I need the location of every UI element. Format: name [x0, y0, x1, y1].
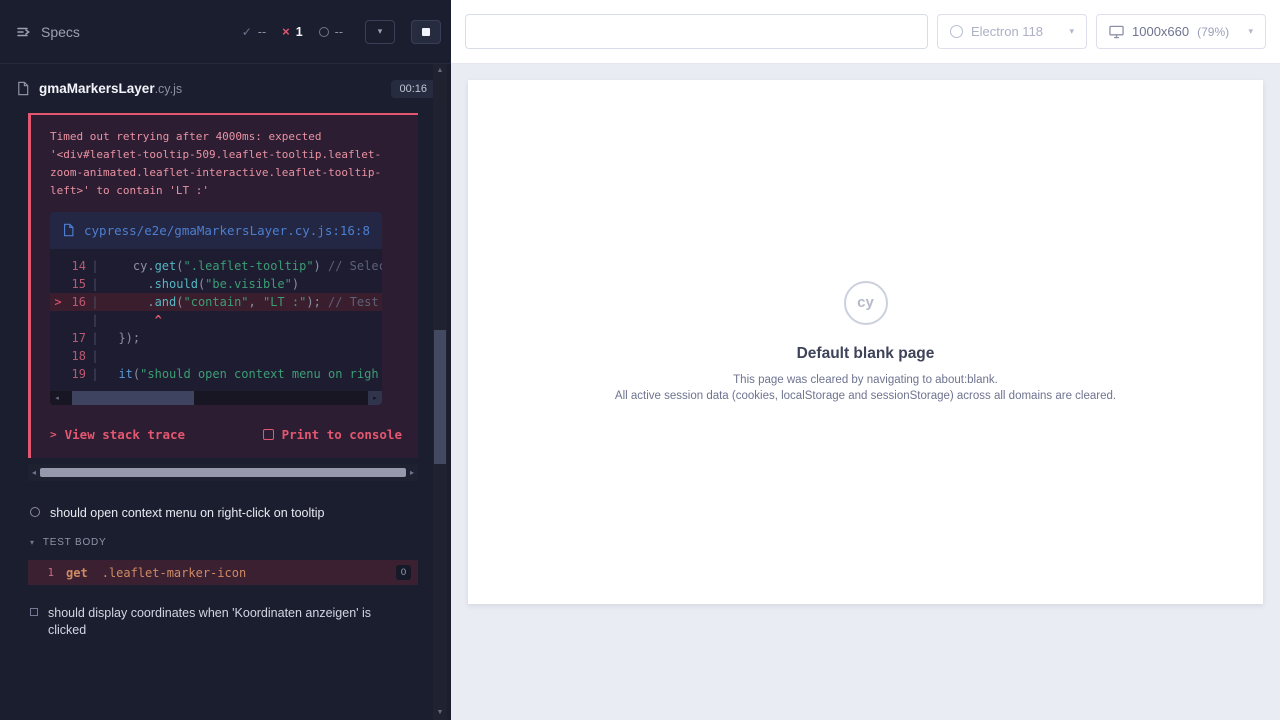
chevron-down-icon: ▾ — [1248, 26, 1253, 37]
file-link-text: cypress/e2e/gmaMarkersLayer.cy.js:16:8 — [84, 221, 370, 240]
spec-extension: .cy.js — [155, 82, 183, 96]
stat-passed: ✓ -- — [242, 25, 266, 39]
code-line: 15| .should("be.visible") — [50, 275, 382, 293]
scroll-right-arrow-icon[interactable]: ▸ — [368, 391, 382, 405]
code-scrollbar-thumb[interactable] — [72, 391, 194, 405]
viewport-info-button[interactable]: 1000x660 (79%) ▾ — [1096, 14, 1266, 49]
aut-stage: cy Default blank page This page was clea… — [451, 64, 1280, 720]
test-body-label: TEST BODY — [43, 537, 107, 548]
stat-failed: × 1 — [282, 24, 303, 39]
cypress-logo: cy — [844, 281, 888, 325]
code-line: >16| .and("contain", "LT :"); // Test — [50, 293, 382, 311]
spec-duration-badge: 00:16 — [391, 80, 435, 98]
command-number: 1 — [28, 567, 54, 579]
blank-page-line-2: All active session data (cookies, localS… — [615, 388, 1116, 404]
viewport-icon — [1109, 25, 1124, 39]
runner-header: Electron 118 ▾ 1000x660 (79%) ▾ — [451, 0, 1280, 64]
blank-page-title: Default blank page — [797, 345, 935, 363]
error-actions: > View stack trace Print to console — [50, 427, 402, 442]
view-stack-trace-button[interactable]: > View stack trace — [50, 427, 185, 442]
test-list: should open context menu on right-click … — [0, 497, 451, 647]
scroll-up-arrow-icon[interactable]: ▲ — [433, 64, 447, 78]
blank-page-line-1: This page was cleared by navigating to a… — [733, 372, 998, 388]
scroll-left-arrow-icon[interactable]: ◂ — [28, 468, 40, 477]
specs-menu-icon — [16, 24, 32, 40]
file-icon — [62, 223, 75, 237]
test-running-icon — [30, 507, 40, 517]
browser-select[interactable]: Electron 118 ▾ — [937, 14, 1087, 49]
stop-button[interactable] — [411, 20, 441, 44]
test-title: should open context menu on right-click … — [50, 505, 324, 522]
scroll-left-arrow-icon[interactable]: ◂ — [50, 391, 64, 405]
command-progress-badge: 0 — [396, 565, 411, 580]
test-processing-icon — [30, 608, 38, 616]
reporter-vscrollbar-thumb[interactable] — [434, 330, 446, 464]
code-lines: 14| cy.get(".leaflet-tooltip") // Selec1… — [50, 249, 382, 385]
failed-count: 1 — [296, 25, 303, 39]
spec-file-icon — [16, 81, 30, 96]
specs-menu-button[interactable]: Specs — [16, 24, 80, 40]
error-panel: Timed out retrying after 4000ms: expecte… — [28, 113, 418, 458]
code-scrollbar-track[interactable] — [64, 391, 368, 405]
chevron-down-icon: ▾ — [30, 538, 35, 547]
test-stats: ✓ -- × 1 -- — [242, 24, 343, 39]
reporter-header: Specs ✓ -- × 1 -- ▾ — [0, 0, 451, 64]
chevron-down-icon: ▾ — [378, 26, 383, 37]
stat-pending: -- — [319, 25, 343, 39]
spec-header[interactable]: gmaMarkersLayer.cy.js 00:16 — [0, 64, 451, 113]
passed-count: -- — [258, 25, 266, 39]
scroll-down-arrow-icon[interactable]: ▼ — [433, 706, 447, 720]
spec-name: gmaMarkersLayer.cy.js — [39, 81, 182, 96]
code-line: 17| }); — [50, 329, 382, 347]
viewport-size: 1000x660 — [1132, 24, 1189, 39]
code-horizontal-scrollbar[interactable]: ◂ ▸ — [50, 391, 382, 405]
scroll-right-arrow-icon[interactable]: ▸ — [406, 468, 418, 477]
code-line: 18| — [50, 347, 382, 365]
collapse-tests-button[interactable]: ▾ — [365, 20, 395, 44]
chevron-right-icon: > — [50, 428, 57, 441]
print-to-console-button[interactable]: Print to console — [263, 427, 402, 442]
reporter-vertical-scrollbar[interactable]: ▲ ▼ — [433, 64, 447, 720]
console-icon — [263, 429, 274, 440]
reporter-horizontal-scrollbar[interactable]: ◂ ▸ — [28, 464, 418, 481]
test-body-toggle[interactable]: ▾ TEST BODY — [0, 530, 451, 555]
command-log-row[interactable]: 1 get .leaflet-marker-icon 0 — [28, 560, 418, 585]
url-input[interactable] — [465, 14, 928, 49]
pending-count: -- — [335, 25, 343, 39]
error-message: Timed out retrying after 4000ms: expecte… — [50, 128, 402, 200]
reporter-scrollbar-thumb[interactable] — [40, 468, 406, 477]
reporter-scrollbar-track[interactable] — [40, 464, 406, 481]
aut-iframe: cy Default blank page This page was clea… — [468, 80, 1263, 604]
code-frame: cypress/e2e/gmaMarkersLayer.cy.js:16:8 1… — [50, 212, 382, 405]
code-line: 19| it("should open context menu on righ — [50, 365, 382, 383]
viewport-zoom: (79%) — [1197, 25, 1229, 39]
x-icon: × — [282, 24, 290, 39]
code-frame-file-link[interactable]: cypress/e2e/gmaMarkersLayer.cy.js:16:8 — [50, 212, 382, 249]
test-item-active[interactable]: should open context menu on right-click … — [0, 497, 451, 530]
test-title: should display coordinates when 'Koordin… — [48, 605, 405, 639]
code-line: 14| cy.get(".leaflet-tooltip") // Selec — [50, 257, 382, 275]
runner-area: Electron 118 ▾ 1000x660 (79%) ▾ cy Defau… — [451, 0, 1280, 720]
check-icon: ✓ — [242, 25, 252, 39]
chevron-down-icon: ▾ — [1069, 26, 1074, 37]
pending-icon — [319, 27, 329, 37]
command-message: .leaflet-marker-icon — [102, 566, 247, 580]
electron-browser-icon — [950, 25, 963, 38]
browser-label: Electron 118 — [971, 24, 1043, 39]
reporter-sidebar: Specs ✓ -- × 1 -- ▾ gmaMarkersL — [0, 0, 451, 720]
stop-icon — [422, 28, 430, 36]
command-method: get — [66, 566, 88, 580]
specs-label: Specs — [41, 24, 80, 40]
test-item-pending[interactable]: should display coordinates when 'Koordin… — [0, 597, 451, 647]
code-line: | ^ — [50, 311, 382, 329]
